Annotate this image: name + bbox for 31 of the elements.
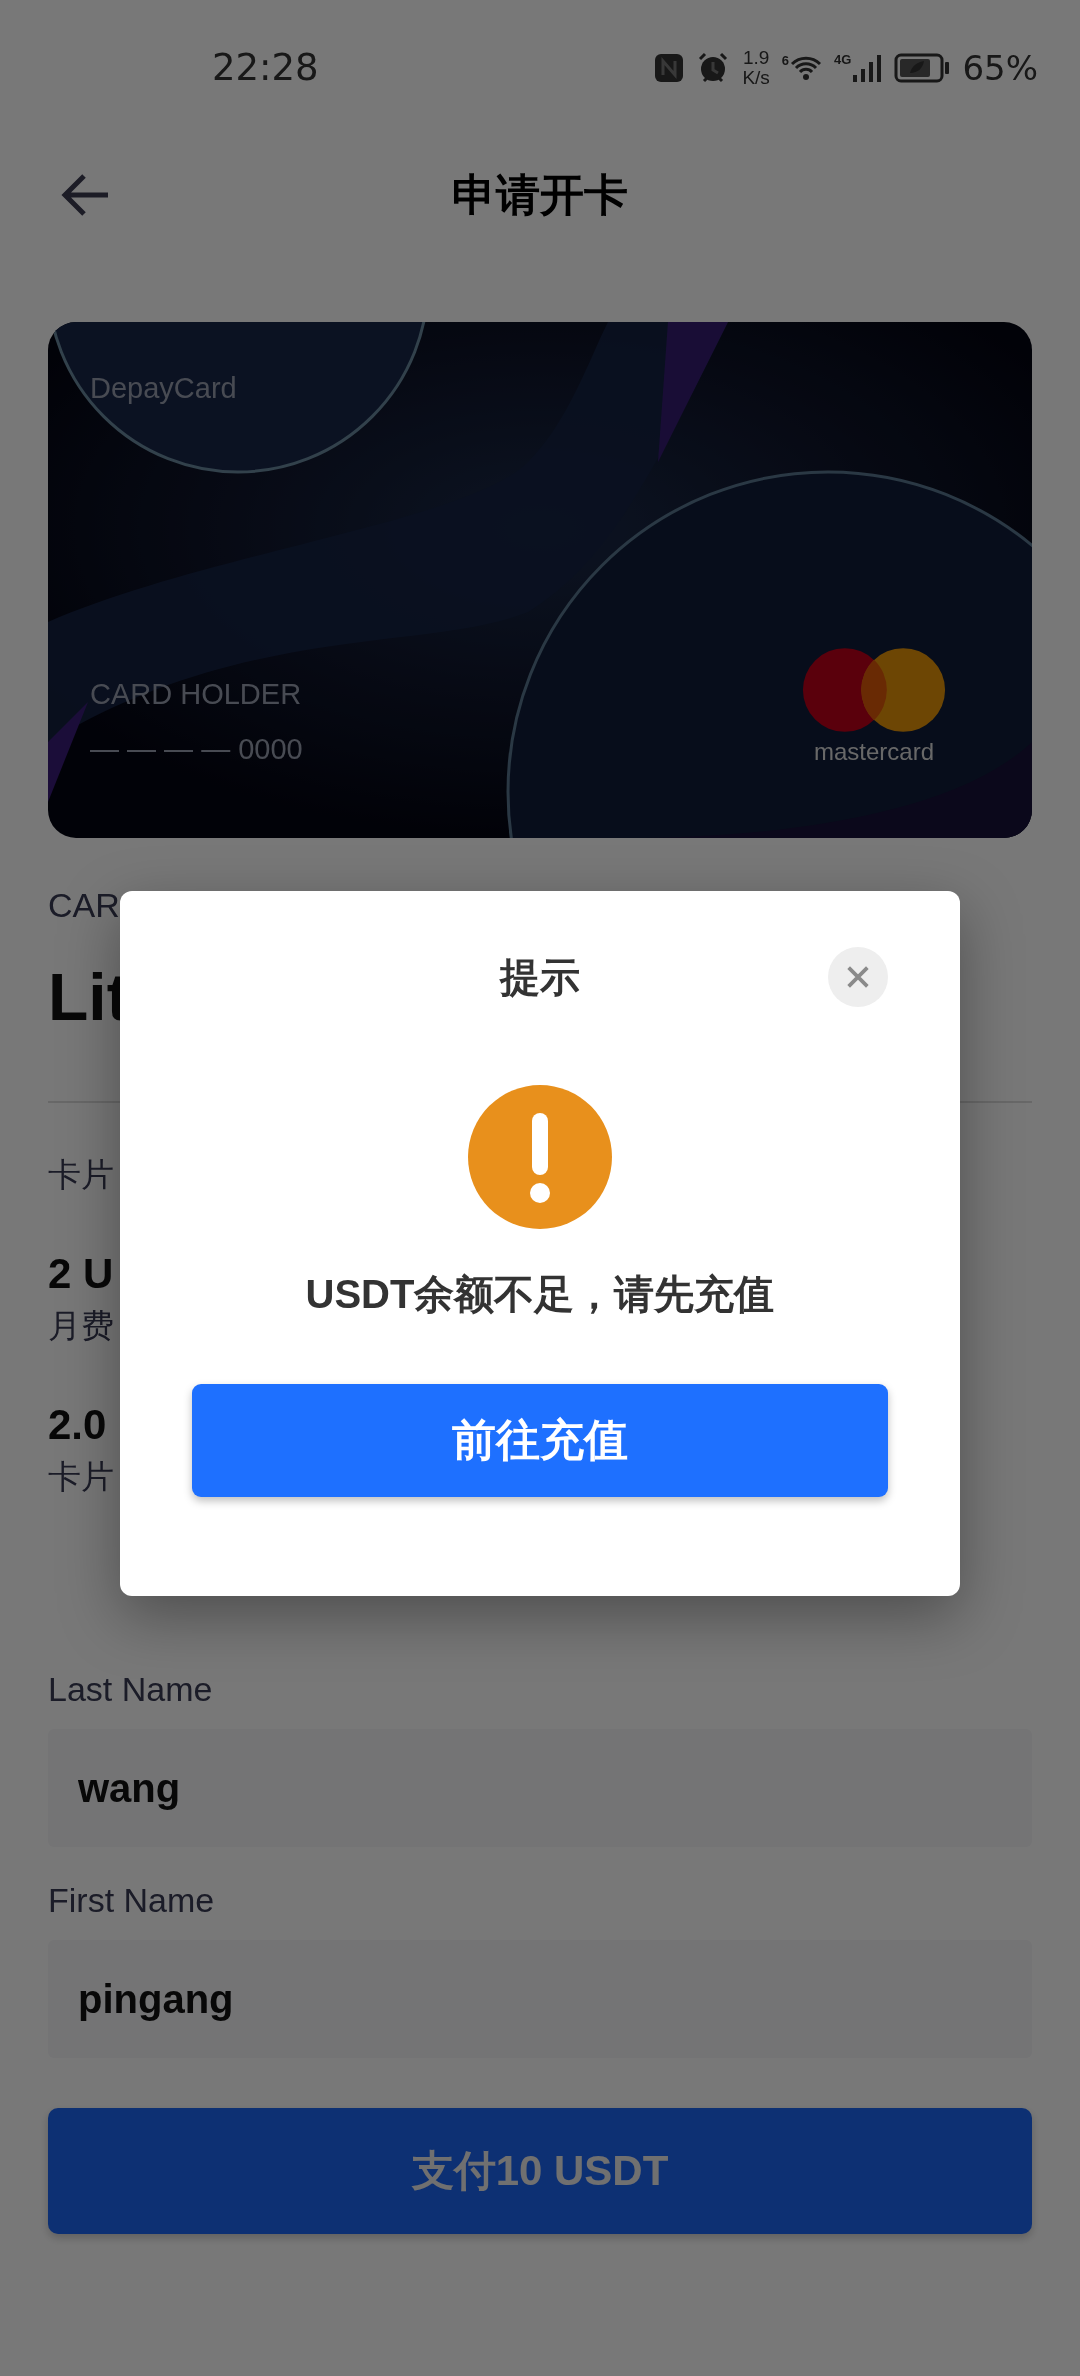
page-title: 申请开卡 bbox=[452, 168, 628, 221]
card-label: CAR bbox=[48, 886, 120, 925]
fee-label: 月费 bbox=[48, 1306, 114, 1346]
field-label: First Name bbox=[48, 1881, 215, 1920]
net-speed-unit: K/s bbox=[742, 67, 770, 88]
warning-icon bbox=[468, 1085, 612, 1229]
fee-amount: 2 U bbox=[48, 1250, 114, 1298]
card-network: mastercard bbox=[813, 738, 934, 766]
recharge-button[interactable]: 前往充值 bbox=[192, 1384, 888, 1497]
mastercard-logo-icon bbox=[801, 646, 947, 734]
pay-button[interactable]: 支付10 USDT bbox=[48, 2108, 1032, 2234]
card-holder: CARD HOLDER bbox=[90, 678, 303, 711]
network-type-label: 4G bbox=[834, 52, 852, 67]
dialog-title: 提示 bbox=[500, 953, 580, 1001]
section-label: 卡片 bbox=[48, 1155, 114, 1195]
status-time: 22:28 bbox=[212, 46, 319, 89]
wifi-band-label: 6 bbox=[781, 53, 790, 68]
card-number: — — — — 0000 bbox=[90, 733, 303, 766]
field-label: Last Name bbox=[48, 1670, 213, 1709]
fee-amount: 2.0 bbox=[48, 1401, 108, 1449]
net-speed: 1.9 bbox=[742, 47, 770, 68]
signal-icon bbox=[852, 52, 883, 83]
input-field[interactable]: pingang bbox=[48, 1940, 1032, 2058]
back-arrow-icon[interactable] bbox=[60, 173, 110, 217]
battery-icon bbox=[894, 52, 951, 83]
battery-level: 65% bbox=[962, 47, 1038, 88]
dialog-message: USDT余额不足，请先充值 bbox=[305, 1271, 775, 1318]
nfc-icon bbox=[654, 52, 685, 83]
card-brand: DepayCard bbox=[90, 372, 237, 405]
fee-label: 卡片 bbox=[48, 1457, 114, 1497]
input-field[interactable]: wang bbox=[48, 1729, 1032, 1847]
